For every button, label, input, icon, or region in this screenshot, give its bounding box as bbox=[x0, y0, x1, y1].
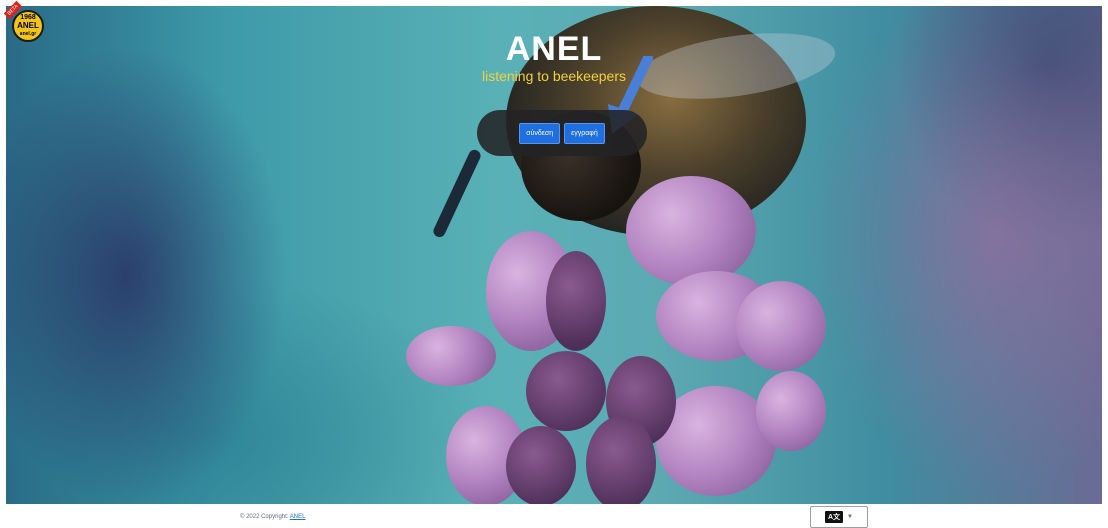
copyright-text: © 2022 Copyright: bbox=[240, 514, 289, 520]
site-tagline: listening to beekeepers bbox=[482, 68, 626, 84]
register-button[interactable]: εγγραφή bbox=[564, 122, 605, 144]
footer-copyright: © 2022 Copyright: ANEL bbox=[240, 514, 305, 520]
translate-icon: A文 bbox=[824, 511, 844, 523]
auth-panel: σύνδεση εγγραφή bbox=[477, 110, 647, 156]
lavender-flower bbox=[406, 176, 826, 504]
site-title: ANEL bbox=[505, 30, 603, 68]
logo-name: ANEL bbox=[17, 21, 39, 30]
login-button[interactable]: σύνδεση bbox=[519, 122, 561, 144]
anel-link[interactable]: ANEL bbox=[290, 514, 306, 520]
language-button[interactable]: A文 ▼ bbox=[810, 506, 868, 528]
chevron-down-icon: ▼ bbox=[847, 514, 853, 520]
